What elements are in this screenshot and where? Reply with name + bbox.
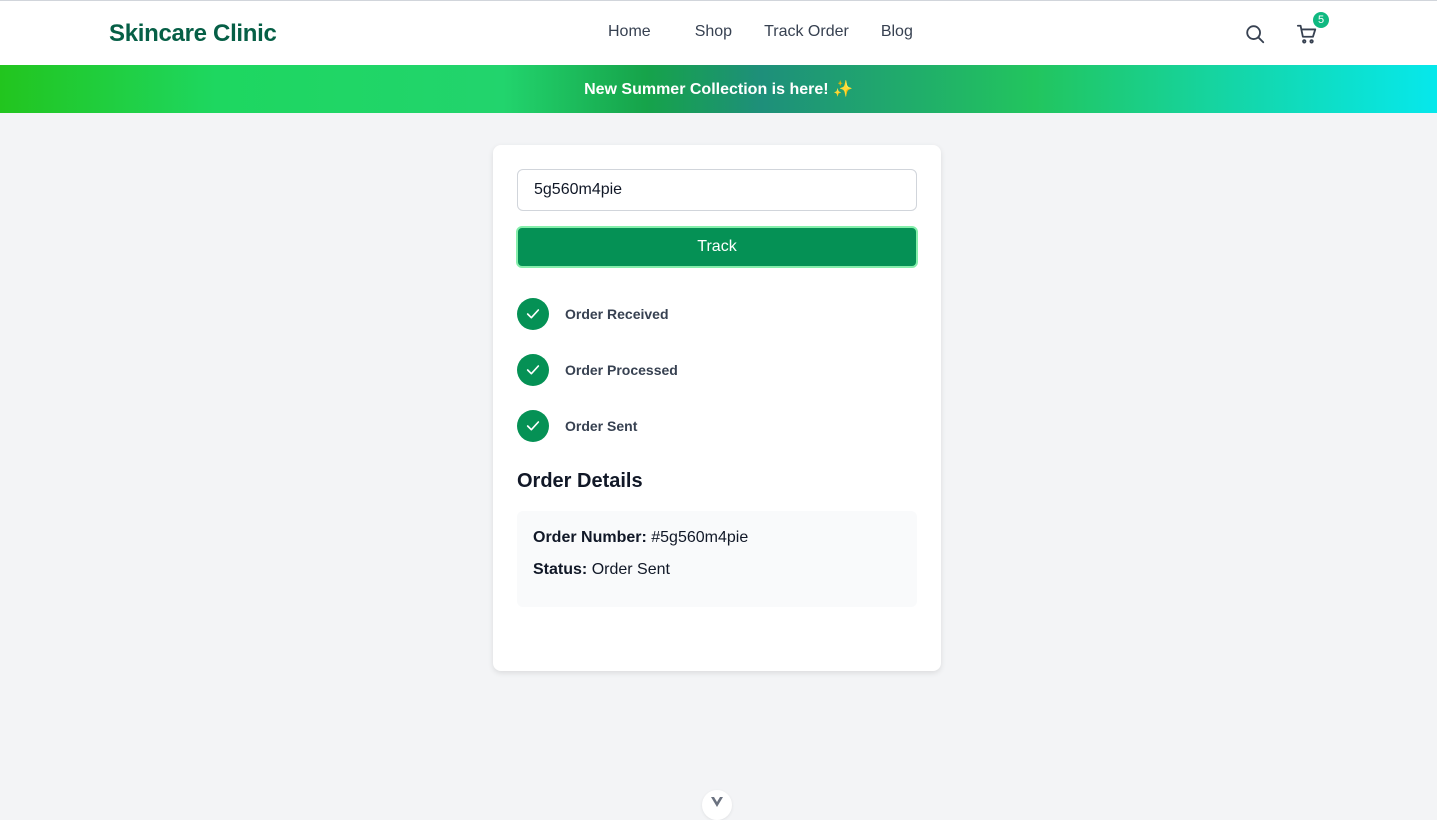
order-details-box: Order Number: #5g560m4pie Status: Order … xyxy=(517,511,917,607)
order-details-heading: Order Details xyxy=(517,470,643,492)
order-progress-steps: Order Received Order Processed Order Sen… xyxy=(517,298,917,442)
nav-blog[interactable]: Blog xyxy=(881,23,913,41)
step-order-received: Order Received xyxy=(517,298,917,330)
order-tracker-card: Track Order Received Order Processed Ord… xyxy=(493,145,941,671)
track-button[interactable]: Track xyxy=(516,226,918,268)
promo-banner: New Summer Collection is here! ✨ xyxy=(0,65,1437,113)
nav-home[interactable]: Home xyxy=(608,23,651,41)
order-number-input[interactable] xyxy=(517,169,917,211)
promo-text: New Summer Collection is here! ✨ xyxy=(584,81,853,98)
status-value: Order Sent xyxy=(591,561,670,578)
check-icon xyxy=(517,410,549,442)
order-number-value: #5g560m4pie xyxy=(651,529,749,546)
cart-count-badge: 5 xyxy=(1313,12,1329,28)
step-label: Order Processed xyxy=(565,362,678,378)
navbar: Skincare Clinic Home Shop Track Order Bl… xyxy=(0,1,1437,65)
step-label: Order Received xyxy=(565,306,669,322)
brand-logo[interactable]: Skincare Clinic xyxy=(109,20,277,48)
main-nav: Home Shop Track Order Blog xyxy=(608,23,913,41)
cart-icon[interactable] xyxy=(1296,23,1318,45)
status-label: Status: xyxy=(533,561,588,578)
check-icon xyxy=(517,298,549,330)
step-order-processed: Order Processed xyxy=(517,354,917,386)
status-row: Status: Order Sent xyxy=(533,561,901,593)
nav-track-order[interactable]: Track Order xyxy=(764,23,849,41)
order-number-label: Order Number: xyxy=(533,529,647,546)
chevron-down-icon[interactable] xyxy=(702,790,732,820)
step-order-sent: Order Sent xyxy=(517,410,917,442)
step-label: Order Sent xyxy=(565,418,638,434)
nav-shop[interactable]: Shop xyxy=(695,23,732,41)
check-icon xyxy=(517,354,549,386)
search-icon[interactable] xyxy=(1244,23,1266,45)
order-number-row: Order Number: #5g560m4pie xyxy=(533,529,901,561)
